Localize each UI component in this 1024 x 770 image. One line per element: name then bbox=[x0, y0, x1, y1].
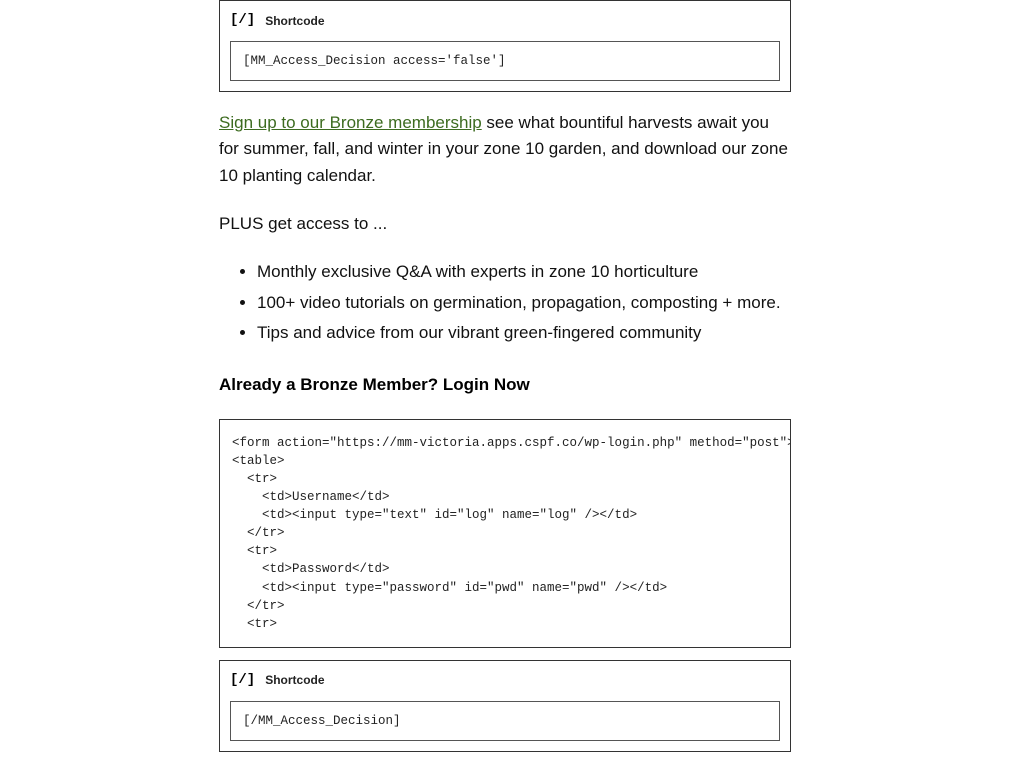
paragraph-1: Sign up to our Bronze membership see wha… bbox=[219, 110, 791, 189]
shortcode-header: [/] Shortcode bbox=[230, 10, 780, 32]
html-code-block: <form action="https://mm-victoria.apps.c… bbox=[219, 419, 791, 648]
shortcode-label: Shortcode bbox=[265, 12, 324, 31]
shortcode-header: [/] Shortcode bbox=[230, 670, 780, 692]
list-item: 100+ video tutorials on germination, pro… bbox=[257, 290, 791, 316]
login-subhead: Already a Bronze Member? Login Now bbox=[219, 372, 791, 398]
paragraph-2: PLUS get access to ... bbox=[219, 211, 791, 237]
shortcode-icon: [/] bbox=[230, 10, 255, 32]
signup-link[interactable]: Sign up to our Bronze membership bbox=[219, 113, 482, 132]
shortcode-label: Shortcode bbox=[265, 671, 324, 690]
shortcode-input[interactable]: [MM_Access_Decision access='false'] bbox=[230, 41, 780, 81]
shortcode-input[interactable]: [/MM_Access_Decision] bbox=[230, 701, 780, 741]
shortcode-icon: [/] bbox=[230, 670, 255, 692]
list-item: Tips and advice from our vibrant green-f… bbox=[257, 320, 791, 346]
benefits-list: Monthly exclusive Q&A with experts in zo… bbox=[219, 259, 791, 346]
shortcode-block-2: [/] Shortcode [/MM_Access_Decision] bbox=[219, 660, 791, 752]
shortcode-block-1: [/] Shortcode [MM_Access_Decision access… bbox=[219, 0, 791, 92]
list-item: Monthly exclusive Q&A with experts in zo… bbox=[257, 259, 791, 285]
